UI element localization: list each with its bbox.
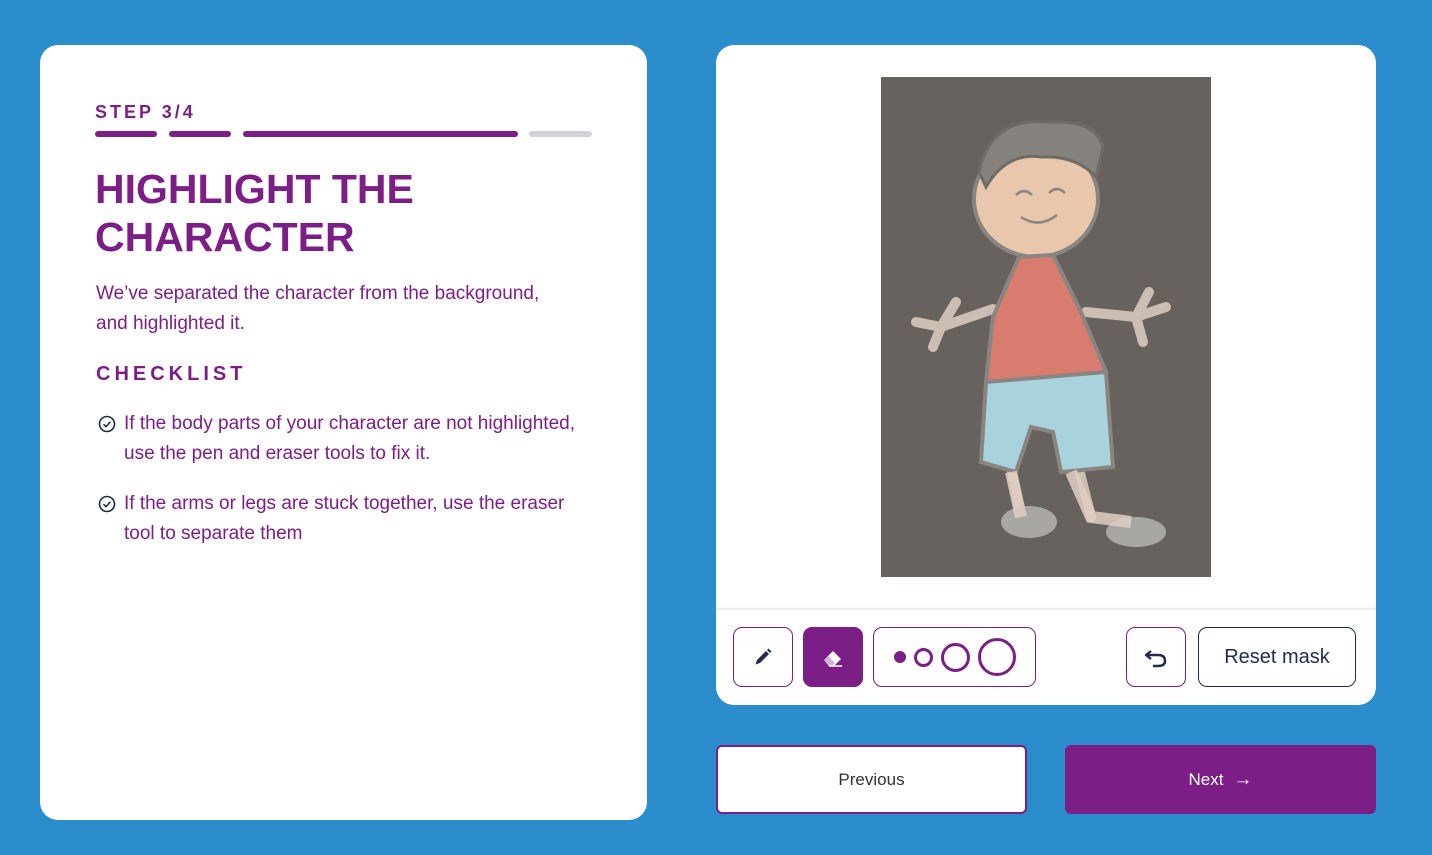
toolbar-divider [716, 608, 1376, 610]
brush-size-large[interactable] [940, 642, 970, 672]
eraser-tool-button[interactable] [803, 627, 863, 687]
mask-editor-card: Reset mask [716, 45, 1376, 705]
character-mask-canvas[interactable] [881, 77, 1211, 577]
instructions-card: STEP 3/4 HIGHLIGHT THE CHARACTER We’ve s… [40, 45, 647, 820]
checklist-item: If the body parts of your character are … [96, 409, 596, 469]
checklist-item-text: If the body parts of your character are … [124, 413, 575, 464]
step-label: STEP 3/4 [95, 102, 196, 122]
undo-icon [1144, 650, 1167, 668]
next-button[interactable]: Next → [1065, 745, 1376, 814]
character-drawing-image [911, 120, 1171, 547]
pen-tool-button[interactable] [733, 627, 793, 687]
checklist-title: CHECKLIST [96, 363, 247, 385]
previous-button[interactable]: Previous [716, 745, 1027, 814]
page-title: HIGHLIGHT THE CHARACTER [95, 166, 414, 260]
checklist-item-text: If the arms or legs are stuck together, … [124, 493, 565, 544]
check-circle-icon [98, 495, 116, 513]
previous-button-label: Previous [838, 769, 905, 789]
arrow-right-icon: → [1233, 768, 1253, 790]
step-progress-bar [95, 131, 592, 137]
check-circle-icon [98, 415, 116, 433]
step-description: We’ve separated the character from the b… [96, 283, 540, 334]
brush-size-selector [873, 627, 1036, 687]
progress-segment-4 [529, 131, 592, 137]
next-button-label: Next [1188, 769, 1224, 789]
progress-segment-1 [95, 131, 157, 137]
eraser-icon [824, 651, 842, 667]
progress-segment-3 [243, 131, 518, 137]
undo-button[interactable] [1126, 627, 1186, 687]
brush-size-medium[interactable] [913, 647, 933, 667]
checklist-item: If the arms or legs are stuck together, … [96, 489, 596, 549]
brush-size-small[interactable] [893, 651, 906, 663]
pencil-icon [755, 648, 772, 665]
brush-size-extra-large[interactable] [977, 638, 1016, 676]
reset-mask-button[interactable]: Reset mask [1198, 627, 1356, 687]
progress-segment-2 [169, 131, 231, 137]
